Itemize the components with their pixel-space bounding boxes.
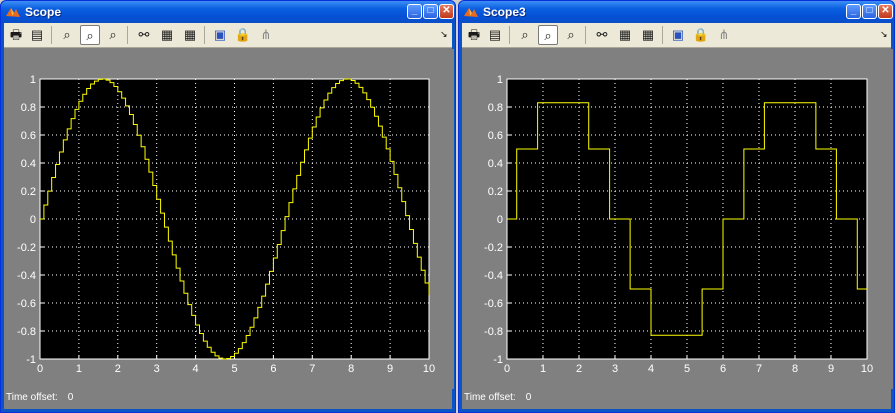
toolbar: 🖶 ▤ ⌕ ⌕ ⌕ ⚯ ▦ ▦ ▣ 🔒 ⋔ ↘ — [462, 23, 891, 48]
x-tick-label: 6 — [270, 363, 276, 375]
scope-body: 🖶 ▤ ⌕ ⌕ ⌕ ⚯ ▦ ▦ ▣ 🔒 ⋔ ↘ 0 1 2 3 4 5 6 7 8 9 10 -1 -0… — [462, 23, 893, 409]
scope-plot: 0 1 2 3 4 5 6 7 8 9 10 -1 -0.8 -0.6 -0.4 -0.2 0 0.2 0.4 0.6… — [4, 49, 454, 389]
y-tick-label: 0 — [497, 214, 503, 226]
x-tick-label: 10 — [423, 363, 435, 375]
scope-body: 🖶 ▤ ⌕ ⌕ ⌕ ⚯ ▦ ▦ ▣ 🔒 ⋔ ↘ 0 1 2 3 4 5 6 7 8 9 10 -1 -0… — [4, 23, 454, 409]
zoom-x-icon[interactable]: ⌕ — [538, 25, 558, 45]
x-tick-label: 9 — [387, 363, 393, 375]
parameters-icon[interactable]: ▤ — [485, 25, 505, 45]
x-tick-label: 8 — [348, 363, 354, 375]
time-offset-value: 0 — [67, 392, 74, 403]
y-tick-label: 0.4 — [21, 158, 36, 170]
scope3-plot: 0 1 2 3 4 5 6 7 8 9 10 -1 -0.8 -0.6 -0.4 -0.2 0 0.2 0.4 0.6… — [462, 49, 893, 389]
x-tick-label: 5 — [231, 363, 237, 375]
y-tick-label: 0.8 — [21, 102, 36, 114]
close-button[interactable]: ✕ — [878, 4, 893, 19]
y-tick-label: 0.2 — [488, 186, 503, 198]
zoom-icon[interactable]: ⌕ — [57, 25, 77, 45]
signal-selector-icon[interactable]: ⋔ — [256, 25, 276, 45]
x-tick-label: 1 — [76, 363, 82, 375]
y-tick-label: 1 — [30, 74, 36, 86]
y-tick-label: -0.8 — [484, 326, 503, 338]
x-tick-label: 0 — [504, 363, 510, 375]
y-tick-label: 0.6 — [488, 130, 503, 142]
print-icon[interactable]: 🖶 — [464, 25, 484, 45]
x-tick-label: 2 — [115, 363, 121, 375]
window-title: Scope — [25, 5, 62, 19]
floating-scope-icon[interactable]: ▣ — [210, 25, 230, 45]
y-tick-label: 0.6 — [21, 130, 36, 142]
x-tick-label: 4 — [193, 363, 199, 375]
autoscale-icon[interactable]: ⚯ — [134, 25, 154, 45]
toolbar-overflow-icon[interactable]: ↘ — [880, 29, 890, 41]
zoom-icon[interactable]: ⌕ — [515, 25, 535, 45]
y-tick-label: -1 — [26, 354, 36, 366]
x-tick-label: 2 — [576, 363, 582, 375]
print-icon[interactable]: 🖶 — [6, 25, 26, 45]
y-tick-label: 1 — [497, 74, 503, 86]
y-tick-label: -0.6 — [484, 298, 503, 310]
x-tick-label: 3 — [612, 363, 618, 375]
maximize-button[interactable]: □ — [862, 4, 877, 19]
x-tick-label: 8 — [792, 363, 798, 375]
parameters-icon[interactable]: ▤ — [27, 25, 47, 45]
time-offset: Time offset: 0 — [6, 392, 73, 403]
matlab-icon — [464, 8, 478, 17]
x-tick-label: 10 — [861, 363, 873, 375]
title-bar[interactable]: Scope3 _ □ ✕ — [459, 1, 894, 23]
maximize-button[interactable]: □ — [423, 4, 438, 19]
x-tick-label: 5 — [684, 363, 690, 375]
y-tick-label: 0.4 — [488, 158, 503, 170]
scope-window[interactable]: Scope _ □ ✕ 🖶 ▤ ⌕ ⌕ ⌕ ⚯ ▦ ▦ ▣ 🔒 ⋔ ↘ 0 1 2 3… — [0, 0, 456, 413]
y-tick-label: -0.4 — [484, 270, 503, 282]
y-tick-label: 0.8 — [488, 102, 503, 114]
x-tick-label: 0 — [37, 363, 43, 375]
time-offset-label: Time offset: — [6, 392, 58, 403]
zoom-y-icon[interactable]: ⌕ — [561, 25, 581, 45]
y-tick-label: -0.4 — [17, 270, 36, 282]
x-tick-label: 7 — [756, 363, 762, 375]
x-tick-label: 1 — [540, 363, 546, 375]
signal-selector-icon[interactable]: ⋔ — [714, 25, 734, 45]
floating-scope-icon[interactable]: ▣ — [668, 25, 688, 45]
x-tick-label: 4 — [648, 363, 654, 375]
lock-axes-icon[interactable]: 🔒 — [233, 25, 253, 45]
title-bar[interactable]: Scope _ □ ✕ — [1, 1, 455, 23]
matlab-icon — [6, 8, 20, 17]
x-tick-label: 9 — [828, 363, 834, 375]
time-offset: Time offset: 0 — [464, 392, 531, 403]
restore-axes-icon[interactable]: ▦ — [638, 25, 658, 45]
y-tick-label: -1 — [493, 354, 503, 366]
zoom-y-icon[interactable]: ⌕ — [103, 25, 123, 45]
toolbar: 🖶 ▤ ⌕ ⌕ ⌕ ⚯ ▦ ▦ ▣ 🔒 ⋔ ↘ — [4, 23, 452, 48]
restore-axes-icon[interactable]: ▦ — [180, 25, 200, 45]
close-button[interactable]: ✕ — [439, 4, 454, 19]
zoom-x-icon[interactable]: ⌕ — [80, 25, 100, 45]
minimize-button[interactable]: _ — [407, 4, 422, 19]
autoscale-icon[interactable]: ⚯ — [592, 25, 612, 45]
time-offset-value: 0 — [525, 392, 532, 403]
y-tick-label: 0.2 — [21, 186, 36, 198]
save-axes-icon[interactable]: ▦ — [615, 25, 635, 45]
save-axes-icon[interactable]: ▦ — [157, 25, 177, 45]
y-tick-label: 0 — [30, 214, 36, 226]
y-tick-label: -0.2 — [484, 242, 503, 254]
window-title: Scope3 — [483, 5, 526, 19]
y-tick-label: -0.6 — [17, 298, 36, 310]
x-tick-label: 7 — [309, 363, 315, 375]
y-tick-label: -0.2 — [17, 242, 36, 254]
lock-axes-icon[interactable]: 🔒 — [691, 25, 711, 45]
x-tick-label: 3 — [154, 363, 160, 375]
scope3-window[interactable]: Scope3 _ □ ✕ 🖶 ▤ ⌕ ⌕ ⌕ ⚯ ▦ ▦ ▣ 🔒 ⋔ ↘ 0 1 2… — [458, 0, 895, 413]
x-tick-label: 6 — [720, 363, 726, 375]
y-tick-label: -0.8 — [17, 326, 36, 338]
toolbar-overflow-icon[interactable]: ↘ — [440, 29, 450, 41]
time-offset-label: Time offset: — [464, 392, 516, 403]
minimize-button[interactable]: _ — [846, 4, 861, 19]
